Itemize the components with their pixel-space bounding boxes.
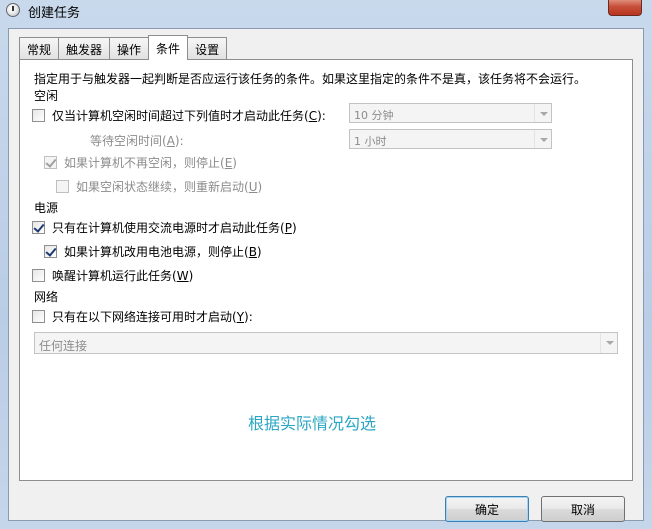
ac-only-row[interactable]: 只有在计算机使用交流电源时才启动此任务(P) xyxy=(32,219,297,236)
ok-button[interactable]: 确定 xyxy=(445,496,529,522)
dialog-body: 常规 触发器 操作 条件 设置 指定用于与触发器一起判断是否应运行该任务的条件。… xyxy=(8,28,644,522)
stop-on-battery-label: 如果计算机改用电池电源，则停止(B) xyxy=(64,245,262,259)
title-bar: 创建任务 xyxy=(0,0,652,22)
clock-icon xyxy=(6,3,20,17)
start-if-idle-checkbox[interactable] xyxy=(32,109,45,122)
network-label: 只有在以下网络连接可用时才启动(Y): xyxy=(52,310,253,324)
tab-actions[interactable]: 操作 xyxy=(109,37,150,59)
start-if-idle-label: 仅当计算机空闲时间超过下列值时才启动此任务(C): xyxy=(52,109,326,123)
tab-conditions[interactable]: 条件 xyxy=(148,35,189,60)
ac-only-label: 只有在计算机使用交流电源时才启动此任务(P) xyxy=(52,221,297,235)
stop-if-not-idle-row[interactable]: 如果计算机不再空闲，则停止(E) xyxy=(44,154,237,171)
restart-if-idle-checkbox[interactable] xyxy=(56,180,69,193)
tab-settings[interactable]: 设置 xyxy=(187,37,228,59)
wait-idle-label: 等待空闲时间(A): xyxy=(90,134,184,148)
section-network-label: 网络 xyxy=(34,290,59,304)
section-power-label: 电源 xyxy=(34,201,59,215)
close-button[interactable] xyxy=(608,0,642,16)
network-checkbox[interactable] xyxy=(32,310,45,323)
divider xyxy=(64,95,626,96)
stop-if-not-idle-label: 如果计算机不再空闲，则停止(E) xyxy=(64,156,237,170)
cancel-button[interactable]: 取消 xyxy=(541,496,625,522)
tab-triggers[interactable]: 触发器 xyxy=(58,37,111,59)
chevron-down-icon xyxy=(534,104,551,122)
annotation-note: 根据实际情况勾选 xyxy=(248,414,377,433)
tab-general[interactable]: 常规 xyxy=(19,37,60,59)
wake-row[interactable]: 唤醒计算机运行此任务(W) xyxy=(32,267,193,284)
network-row[interactable]: 只有在以下网络连接可用时才启动(Y): xyxy=(32,308,253,325)
tab-strip: 常规 触发器 操作 条件 设置 xyxy=(19,35,228,60)
ac-only-checkbox[interactable] xyxy=(32,221,45,234)
chevron-down-icon xyxy=(600,333,617,353)
conditions-description: 指定用于与触发器一起判断是否应运行该任务的条件。如果这里指定的条件不是真，该任务… xyxy=(34,72,587,86)
wake-checkbox[interactable] xyxy=(32,269,45,282)
idle-duration-select[interactable]: 10 分钟 xyxy=(349,103,552,123)
window-title: 创建任务 xyxy=(28,6,81,21)
divider xyxy=(64,207,626,208)
divider xyxy=(64,296,626,297)
section-idle-label: 空闲 xyxy=(34,89,59,103)
stop-if-not-idle-checkbox[interactable] xyxy=(44,156,57,169)
restart-if-idle-label: 如果空闲状态继续，则重新启动(U) xyxy=(76,180,263,194)
start-if-idle-row[interactable]: 仅当计算机空闲时间超过下列值时才启动此任务(C): xyxy=(32,107,326,124)
wait-duration-select[interactable]: 1 小时 xyxy=(349,129,552,149)
stop-on-battery-checkbox[interactable] xyxy=(44,245,57,258)
restart-if-idle-row[interactable]: 如果空闲状态继续，则重新启动(U) xyxy=(56,178,262,195)
stop-on-battery-row[interactable]: 如果计算机改用电池电源，则停止(B) xyxy=(44,243,262,260)
wake-label: 唤醒计算机运行此任务(W) xyxy=(52,269,194,283)
conditions-page: 指定用于与触发器一起判断是否应运行该任务的条件。如果这里指定的条件不是真，该任务… xyxy=(19,59,633,481)
chevron-down-icon xyxy=(534,130,551,148)
network-connection-select[interactable]: 任何连接 xyxy=(34,332,618,354)
